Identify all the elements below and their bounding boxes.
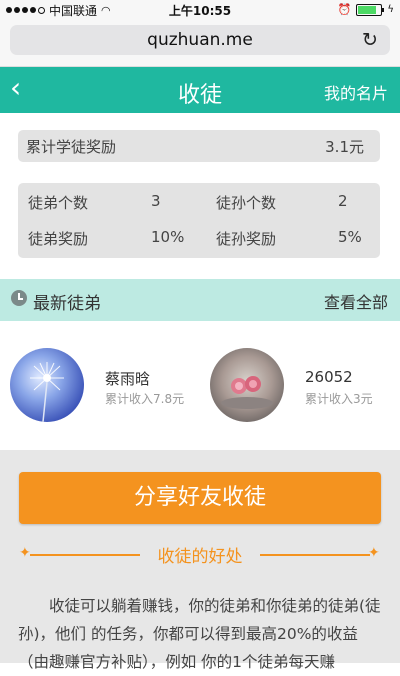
reload-icon[interactable]: ↻	[360, 30, 380, 50]
total-reward-label: 累计学徒奖励	[26, 138, 117, 156]
apprentice-count-label: 徒弟个数	[28, 194, 89, 212]
status-right: ⏰ ϟ	[338, 3, 394, 16]
share-button[interactable]: 分享好友收徒	[19, 472, 381, 524]
latest-apprentices-bar: 最新徒弟 查看全部	[0, 279, 400, 321]
address-bar[interactable]: quzhuan.me ↻	[10, 25, 390, 55]
browser-toolbar: quzhuan.me ↻	[0, 20, 400, 67]
apprentice-reward-value: 10%	[151, 228, 185, 246]
divider	[260, 554, 370, 556]
apprentice-reward-label: 徒弟奖励	[28, 230, 89, 248]
apprentice-income: 累计收入7.8元	[105, 392, 185, 406]
total-reward-box: 累计学徒奖励 3.1元	[18, 130, 380, 162]
view-all-link[interactable]: 查看全部	[324, 289, 388, 313]
apprentice-income: 累计收入3元	[305, 392, 373, 406]
avatar	[10, 348, 84, 422]
alarm-icon: ⏰	[337, 3, 352, 16]
apprentice-name: 26052	[305, 368, 353, 386]
status-bar: 中国联通 ◠ 上午10:55 ⏰ ϟ	[0, 0, 400, 20]
stats-box: 徒弟个数 3 徒孙个数 2 徒弟奖励 10% 徒孙奖励 5%	[18, 183, 380, 258]
star-icon: ✦	[368, 545, 380, 561]
apprentice-count-value: 3	[151, 192, 161, 210]
share-section: 分享好友收徒 ✦ 收徒的好处 ✦ 收徒可以躺着赚钱，你的徒弟和你徒弟的徒弟(徒孙…	[0, 450, 400, 671]
grand-count-label: 徒孙个数	[216, 194, 277, 212]
battery-icon	[356, 3, 385, 16]
apprentice-item[interactable]: 蔡雨晗 累计收入7.8元	[10, 348, 200, 424]
avatar	[210, 348, 284, 422]
charging-icon: ϟ	[387, 4, 394, 15]
clock-icon	[11, 290, 27, 306]
latest-title: 最新徒弟	[33, 294, 101, 314]
grand-reward-label: 徒孙奖励	[216, 230, 277, 248]
url-text: quzhuan.me	[147, 30, 253, 50]
grand-reward-value: 5%	[338, 228, 362, 246]
benefit-description: 收徒可以躺着赚钱，你的徒弟和你徒弟的徒弟(徒孙)，他们 的任务，你都可以得到最高…	[18, 597, 381, 671]
benefit-heading: ✦ 收徒的好处 ✦	[0, 542, 400, 567]
apprentice-item[interactable]: 26052 累计收入3元	[210, 348, 395, 424]
app-header: ‹ 收徒 我的名片	[0, 67, 400, 113]
grand-count-value: 2	[338, 192, 348, 210]
my-card-link[interactable]: 我的名片	[324, 80, 388, 104]
total-reward-value: 3.1元	[325, 138, 364, 156]
apprentice-name: 蔡雨晗	[105, 370, 151, 388]
